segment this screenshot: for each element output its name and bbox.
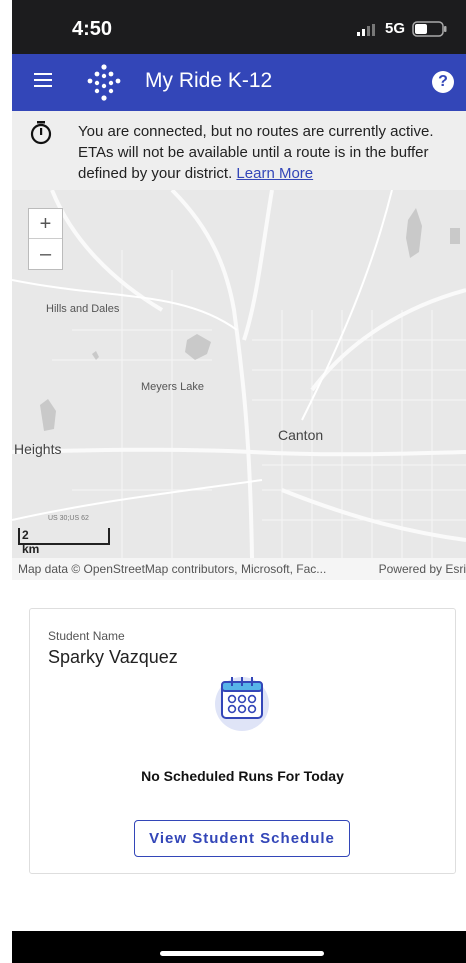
calendar-icon [211, 671, 273, 738]
map-attribution: Map data © OpenStreetMap contributors, M… [12, 558, 466, 580]
zoom-controls: + – [28, 208, 63, 270]
status-bar: 4:50 5G [12, 0, 466, 54]
map-label-heights: Heights [14, 441, 62, 457]
zoom-in-button[interactable]: + [29, 209, 62, 239]
attribution-text[interactable]: Map data © OpenStreetMap contributors, M… [18, 562, 326, 576]
learn-more-link[interactable]: Learn More [236, 165, 313, 182]
home-indicator[interactable] [160, 951, 324, 956]
student-name-label: Student Name [48, 629, 125, 643]
student-card: Student Name Sparky Vazquez No Scheduled… [29, 608, 456, 874]
map-label-hills-and-dales: Hills and Dales [46, 303, 120, 315]
logo-icon [84, 64, 124, 107]
app-title: My Ride K-12 [145, 69, 273, 92]
map-roads [12, 190, 466, 558]
app-bar: My Ride K-12 ? [12, 54, 466, 111]
scale-road-label: US 30;US 62 [48, 515, 89, 522]
no-runs-message: No Scheduled Runs For Today [141, 768, 344, 784]
zoom-out-button[interactable]: – [29, 239, 62, 269]
student-name: Sparky Vazquez [48, 647, 178, 667]
map-view[interactable]: + – Hills and Dales Meyers Lake Canton H… [12, 190, 466, 558]
stopwatch-icon [29, 120, 53, 151]
map-label-canton: Canton [278, 427, 324, 443]
connection-notice: You are connected, but no routes are cur… [12, 111, 466, 190]
help-icon[interactable]: ? [432, 71, 454, 93]
map-label-meyers-lake: Meyers Lake [141, 381, 204, 393]
view-student-schedule-button[interactable]: View Student Schedule [134, 820, 350, 857]
notice-text: You are connected, but no routes are cur… [78, 121, 462, 184]
powered-by-esri[interactable]: Powered by Esri [379, 562, 466, 576]
network-type: 5G [385, 20, 406, 37]
signal-icon [357, 23, 379, 41]
status-time: 4:50 [72, 18, 113, 40]
menu-icon[interactable] [34, 72, 54, 93]
scale-text: 2 km [22, 528, 40, 556]
battery-icon [412, 21, 448, 42]
home-indicator-bar [12, 931, 466, 963]
